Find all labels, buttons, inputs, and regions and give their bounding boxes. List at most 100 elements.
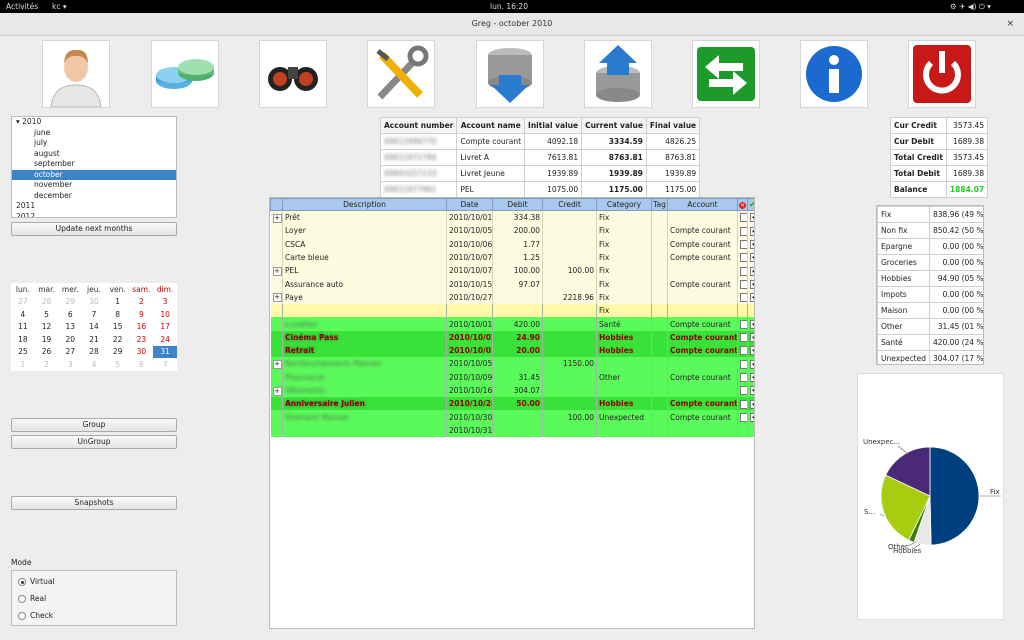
checkbox-cell[interactable] [737, 343, 748, 358]
select-checkbox[interactable] [740, 333, 747, 343]
calendar-day[interactable]: 17 [153, 321, 177, 334]
calendar-day[interactable]: 7 [153, 358, 177, 371]
category-row[interactable]: Non fix 850.42 (50 %) [877, 222, 983, 239]
checkbox-cell[interactable]: ✔ [747, 250, 754, 265]
mode-option[interactable]: Check [18, 611, 53, 620]
operation-tag[interactable] [651, 304, 668, 318]
operation-debit[interactable]: 24.90 [492, 330, 543, 344]
operation-category[interactable]: Fix [596, 290, 652, 305]
calendar-day[interactable]: 29 [106, 346, 130, 359]
checkbox-cell[interactable] [737, 357, 748, 371]
calendar-day[interactable]: 22 [106, 333, 130, 346]
operation-date[interactable]: 2010/10/02 [446, 343, 493, 358]
operation-description[interactable]: CSCA [282, 237, 447, 251]
column-header[interactable]: Tag [651, 198, 668, 211]
calendar-day[interactable]: 23 [130, 333, 154, 346]
operation-tag[interactable] [651, 224, 668, 238]
operation-credit[interactable] [542, 277, 597, 291]
calendar[interactable]: lun. mar. mer. jeu. ven. sam. dim. 27 28 29 30 1 2 3… [11, 283, 177, 371]
calendar-day[interactable]: 13 [58, 321, 82, 334]
calendar-day[interactable]: 8 [106, 308, 130, 321]
operation-debit[interactable]: 50.00 [492, 397, 543, 411]
operation-date[interactable]: 2010/10/02 [446, 330, 493, 344]
operation-date[interactable]: 2010/10/27 [446, 290, 493, 305]
snapshots-button[interactable]: Snapshots [11, 496, 177, 510]
operation-description[interactable]: Virement Maman [282, 410, 447, 424]
operation-date[interactable]: 2010/10/05 [446, 357, 493, 371]
calendar-day[interactable]: 21 [82, 333, 106, 346]
expand-cell[interactable]: + [270, 210, 283, 225]
select-checkbox[interactable] [740, 213, 747, 223]
checkbox-cell[interactable]: ✔ [747, 370, 754, 384]
column-header[interactable]: Date [446, 198, 493, 211]
select-checkbox[interactable] [740, 386, 747, 396]
checked-checkbox[interactable]: ✔ [750, 319, 754, 329]
category-row[interactable]: Santé 420.00 (24 %) [877, 334, 983, 351]
operation-debit[interactable]: 20.00 [492, 343, 543, 358]
operation-account[interactable] [667, 210, 738, 225]
operation-date[interactable]: 2010/10/16 [446, 383, 493, 398]
calendar-day[interactable]: 27 [11, 296, 35, 309]
operation-category[interactable]: Fix [596, 304, 652, 318]
operation-debit[interactable]: 420.00 [492, 317, 543, 331]
check-header-icon[interactable]: ✔ [747, 198, 754, 211]
checked-checkbox[interactable]: ✔ [750, 266, 754, 276]
checkbox-cell[interactable] [737, 317, 748, 331]
operation-description[interactable]: Loyer [282, 224, 447, 238]
activities-button[interactable]: Activités [6, 2, 38, 11]
operation-row[interactable]: Retrait 2010/10/02 20.00 Hobbies Compte cour… [270, 343, 754, 358]
operation-category[interactable]: Santé [596, 317, 652, 331]
user-icon[interactable] [42, 40, 110, 108]
calendar-day[interactable]: 1 [106, 296, 130, 309]
calendar-day[interactable]: 31 [153, 345, 177, 358]
operation-category[interactable] [596, 423, 652, 438]
operation-row[interactable]: Pharmacie 2010/10/09 31.45 Other Compte cour… [270, 370, 754, 384]
checkbox-cell[interactable]: ✔ [747, 343, 754, 358]
operation-row[interactable]: 2010/10/31 [270, 423, 754, 438]
checkbox-cell[interactable] [737, 330, 748, 344]
operation-account[interactable]: Compte courant [667, 410, 738, 424]
column-header[interactable]: Account [667, 198, 738, 211]
operation-tag[interactable] [651, 357, 668, 371]
checkbox-cell[interactable]: ✔ [747, 224, 754, 238]
column-header[interactable]: Category [596, 198, 652, 211]
operation-tag[interactable] [651, 237, 668, 251]
info-icon[interactable] [800, 40, 868, 108]
calendar-day[interactable]: 30 [82, 296, 106, 309]
delete-header-icon[interactable]: × [737, 198, 748, 211]
account-row[interactable]: 00612996770 Compte courant 4092.18 3334.59 4… [379, 133, 701, 150]
tree-item[interactable]: september [12, 159, 176, 170]
operation-category[interactable]: Fix [596, 237, 652, 251]
expand-cell[interactable]: + [270, 383, 283, 398]
operation-description[interactable] [282, 304, 447, 318]
calendar-day[interactable]: 25 [11, 346, 35, 359]
operation-row[interactable]: Cinéma Pass 2010/10/02 24.90 Hobbies Compte … [270, 330, 754, 344]
radio-virtual[interactable] [18, 578, 26, 586]
calendar-day[interactable]: 4 [11, 308, 35, 321]
calendar-day[interactable]: 2 [130, 296, 154, 309]
expand-icon[interactable]: + [272, 293, 282, 303]
select-checkbox[interactable] [740, 319, 747, 329]
operation-tag[interactable] [651, 277, 668, 291]
operation-tag[interactable] [651, 383, 668, 398]
calendar-day[interactable]: 28 [82, 346, 106, 359]
operation-date[interactable]: 2010/10/09 [446, 370, 493, 384]
tree-item[interactable]: november [12, 180, 176, 191]
category-row[interactable]: Epargne 0.00 (00 %) [877, 238, 983, 255]
operation-credit[interactable] [542, 330, 597, 344]
update-next-months-button[interactable]: Update next months [11, 222, 177, 236]
operation-debit[interactable]: 304.07 [492, 383, 543, 398]
operation-description[interactable]: Anniversaire Julien [282, 397, 447, 411]
checked-checkbox[interactable]: ✔ [750, 412, 754, 422]
operation-account[interactable]: Compte courant [667, 237, 738, 251]
checked-checkbox[interactable]: ✔ [750, 399, 754, 409]
operation-category[interactable]: Hobbies [596, 397, 652, 411]
checked-checkbox[interactable]: ✔ [750, 279, 754, 289]
clock[interactable]: lun. 16:20 [490, 2, 528, 11]
checked-checkbox[interactable]: ✔ [750, 372, 754, 382]
operation-date[interactable]: 2010/10/06 [446, 237, 493, 251]
operation-credit[interactable] [542, 343, 597, 358]
operation-tag[interactable] [651, 370, 668, 384]
operation-category[interactable]: Fix [596, 224, 652, 238]
expand-icon[interactable]: + [272, 359, 282, 369]
